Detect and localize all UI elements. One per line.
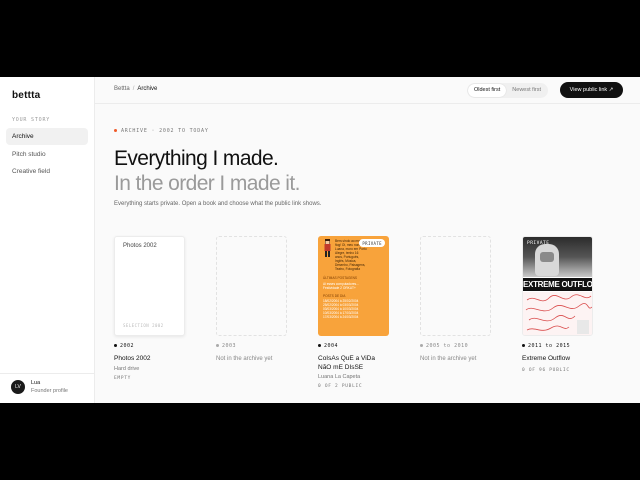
private-badge: PRIVATE (359, 239, 385, 247)
private-badge: PRIVATE (527, 241, 550, 246)
page-description: Everything starts private. Open a book a… (114, 201, 322, 207)
sort-toggle: Oldest first Newest first (467, 83, 549, 98)
book-title: Photos 2002 (114, 355, 151, 362)
book-status: 0 OF 2 PUBLIC (318, 384, 363, 389)
archive-eyebrow: ARCHIVE · 2002 TO TODAY (114, 128, 209, 134)
user-name: Lua (31, 380, 41, 386)
breadcrumb-current: Archive (137, 86, 158, 92)
year-label: 2011 to 2015 (528, 343, 571, 349)
avatar: LV (11, 380, 25, 394)
year-bullet (318, 344, 321, 347)
cover-line: POSTS DE DIA (323, 294, 346, 298)
sidebar-item-archive[interactable]: Archive (6, 128, 88, 145)
book-year: 2004 (318, 343, 389, 349)
page-title: Everything I made. (114, 147, 279, 170)
year-bullet (216, 344, 219, 347)
user-role: Founder profile (31, 388, 68, 394)
breadcrumb-root[interactable]: Bettta (114, 86, 130, 92)
character-sprite-icon (324, 239, 331, 257)
year-label: 2002 (120, 343, 135, 349)
year-bullet (114, 344, 117, 347)
book-slot-2005-2010: 2005 to 2010 Not in the archive yet (420, 236, 491, 364)
book-title: Not in the archive yet (420, 356, 477, 362)
sort-oldest-button[interactable]: Oldest first (468, 84, 507, 97)
book-photos-2002[interactable]: Photos 2002 SELECTION 2002 2002 Photos 2… (114, 236, 185, 381)
year-label: 2004 (324, 343, 339, 349)
handwriting-scribble-icon (523, 292, 592, 335)
year-label: 2003 (222, 343, 237, 349)
book-year: 2002 (114, 343, 185, 349)
page-subtitle: In the order I made it. (114, 172, 300, 195)
book-year: 2005 to 2010 (420, 343, 491, 349)
book-title: CoIsAs QuE a ViDa NãO mE DIsSE (318, 355, 375, 371)
book-cover[interactable]: Bem-vindo ao meu flog! Oi, meu nome é Lu… (318, 236, 389, 336)
app-logo[interactable]: bettta (12, 90, 40, 101)
breadcrumb: Bettta / Archive (114, 86, 157, 92)
year-bullet (420, 344, 423, 347)
book-title: Extreme Outflow (522, 355, 571, 362)
year-bullet (522, 344, 525, 347)
sidebar: bettta YOUR STORY Archive Pitch studio C… (0, 77, 95, 403)
sidebar-section-label: YOUR STORY (12, 117, 51, 123)
cover-line: Festividade 2 ORKUT+ (323, 286, 356, 290)
book-year: 2011 to 2015 (522, 343, 593, 349)
year-label: 2005 to 2010 (426, 343, 469, 349)
cover-title: Photos 2002 (123, 243, 157, 249)
sidebar-nav: Archive Pitch studio Creative field (6, 128, 88, 181)
empty-book-slot (216, 236, 287, 336)
empty-book-slot (420, 236, 491, 336)
book-author: Luana La Capeta (318, 374, 361, 380)
accent-dot (114, 129, 117, 132)
book-year: 2003 (216, 343, 287, 349)
book-extreme-outflow[interactable]: PRIVATE EXTREME OUTFLOW 2011 to 2015 Ext… (522, 236, 593, 373)
sort-newest-button[interactable]: Newest first (506, 84, 547, 97)
breadcrumb-separator: / (132, 86, 135, 92)
book-status: 0 OF 96 PUBLIC (522, 367, 570, 373)
cover-band: EXTREME OUTFLOW (523, 278, 593, 291)
book-slot-2003: 2003 Not in the archive yet (216, 236, 287, 364)
book-subtitle: Hard drive (114, 365, 140, 372)
cover-heading: ÚLTIMAS POSTAGENS (323, 276, 358, 280)
cover-line: 17/03/2004 à 24/03/2004 (323, 315, 359, 319)
sidebar-item-pitch-studio[interactable]: Pitch studio (6, 146, 88, 163)
statue-face-shape (540, 252, 554, 262)
book-coisas[interactable]: Bem-vindo ao meu flog! Oi, meu nome é Lu… (318, 236, 389, 389)
book-status: EMPTY (114, 375, 132, 381)
app-window: bettta YOUR STORY Archive Pitch studio C… (0, 77, 640, 403)
topbar: Bettta / Archive Oldest first Newest first… (95, 77, 640, 104)
sidebar-item-creative-field[interactable]: Creative field (6, 163, 88, 180)
main-content: Bettta / Archive Oldest first Newest first… (95, 77, 640, 403)
book-cover[interactable]: Photos 2002 SELECTION 2002 (114, 236, 185, 336)
book-shelf: Photos 2002 SELECTION 2002 2002 Photos 2… (114, 236, 634, 389)
book-cover[interactable]: PRIVATE EXTREME OUTFLOW (522, 236, 593, 336)
book-title: Not in the archive yet (216, 356, 273, 362)
user-profile[interactable]: LV Lua Founder profile (0, 373, 95, 403)
eyebrow-text: ARCHIVE · 2002 TO TODAY (121, 128, 209, 134)
cover-footer: SELECTION 2002 (123, 323, 164, 328)
view-public-link-button[interactable]: View public link ↗ (560, 82, 623, 98)
